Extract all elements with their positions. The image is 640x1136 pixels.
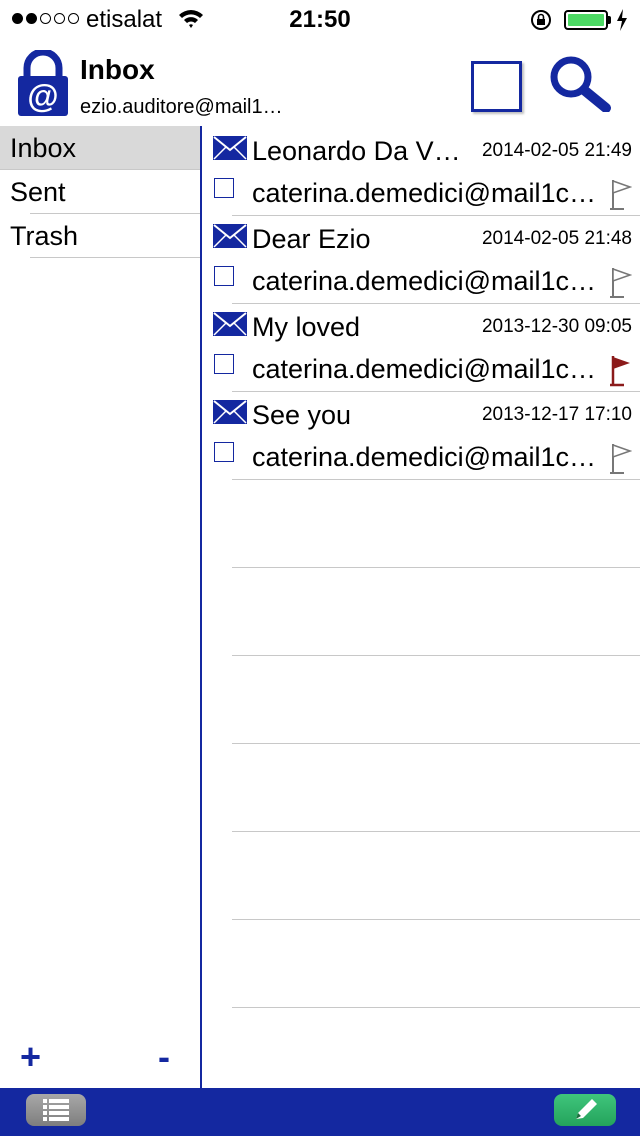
app-header: @ Inbox ezio.auditore@mail1… (0, 40, 640, 126)
message-checkbox[interactable] (214, 178, 234, 198)
message-subject: Dear Ezio (252, 224, 371, 254)
message-date: 2013-12-17 17:10 (481, 404, 632, 425)
list-view-button[interactable] (26, 1094, 86, 1126)
flag-icon[interactable] (610, 442, 633, 481)
message-row[interactable]: My loved 2013-12-30 09:05 caterina.demed… (202, 304, 640, 392)
message-checkbox[interactable] (214, 442, 234, 462)
flag-icon[interactable] (610, 354, 632, 393)
folder-label: Trash (10, 221, 79, 251)
folder-sidebar: Inbox Sent Trash (0, 126, 200, 1088)
folder-label: Inbox (10, 133, 77, 163)
message-date: 2014-02-05 21:49 (481, 140, 632, 161)
compose-button[interactable] (554, 1094, 616, 1126)
empty-row-divider (232, 831, 640, 832)
folder-label: Sent (10, 177, 66, 207)
charging-icon (616, 9, 628, 36)
message-subject: See you (252, 400, 352, 430)
message-subject: My loved (252, 312, 361, 342)
empty-row-divider (232, 567, 640, 568)
folder-trash[interactable]: Trash (0, 214, 200, 258)
envelope-icon (213, 224, 247, 253)
add-folder-button[interactable]: + (20, 1036, 41, 1078)
pencil-icon (554, 1099, 616, 1130)
row-divider (232, 479, 640, 480)
envelope-icon (213, 136, 247, 165)
message-sender: caterina.demedici@mail1c… (252, 266, 597, 296)
message-date: 2013-12-30 09:05 (481, 316, 632, 337)
folder-sent[interactable]: Sent (0, 170, 200, 214)
message-checkbox[interactable] (214, 354, 234, 374)
status-bar: etisalat 21:50 (0, 0, 640, 40)
message-date: 2014-02-05 21:48 (481, 228, 632, 249)
page-title: Inbox (80, 54, 155, 85)
envelope-icon (213, 400, 247, 429)
battery-tip (608, 16, 611, 24)
message-row[interactable]: Leonardo Da V… 2014-02-05 21:49 caterina… (202, 128, 640, 216)
search-icon[interactable] (546, 54, 612, 117)
message-subject: Leonardo Da V… (252, 136, 461, 166)
message-sender: caterina.demedici@mail1c… (252, 354, 597, 384)
message-list: Leonardo Da V… 2014-02-05 21:49 caterina… (202, 128, 640, 1088)
empty-row-divider (232, 743, 640, 744)
message-sender: caterina.demedici@mail1c… (252, 442, 597, 472)
empty-row-divider (232, 1007, 640, 1008)
envelope-icon (213, 312, 247, 341)
message-checkbox[interactable] (214, 266, 234, 286)
message-row[interactable]: See you 2013-12-17 17:10 caterina.demedi… (202, 392, 640, 480)
message-row[interactable]: Dear Ezio 2014-02-05 21:48 caterina.deme… (202, 216, 640, 304)
battery-icon (564, 10, 608, 30)
empty-row-divider (232, 919, 640, 920)
account-email: ezio.auditore@mail1… (80, 96, 283, 118)
empty-row-divider (232, 655, 640, 656)
bottom-toolbar (0, 1088, 640, 1136)
message-sender: caterina.demedici@mail1c… (252, 178, 597, 208)
flag-icon[interactable] (610, 266, 633, 305)
svg-text:@: @ (27, 78, 58, 114)
list-icon (26, 1099, 86, 1130)
rotation-lock-icon (530, 9, 552, 36)
select-all-checkbox[interactable] (471, 61, 522, 112)
folder-inbox[interactable]: Inbox (0, 126, 200, 170)
lock-mail-icon: @ (18, 48, 68, 121)
flag-icon[interactable] (610, 178, 633, 217)
remove-folder-button[interactable]: - (158, 1036, 170, 1078)
